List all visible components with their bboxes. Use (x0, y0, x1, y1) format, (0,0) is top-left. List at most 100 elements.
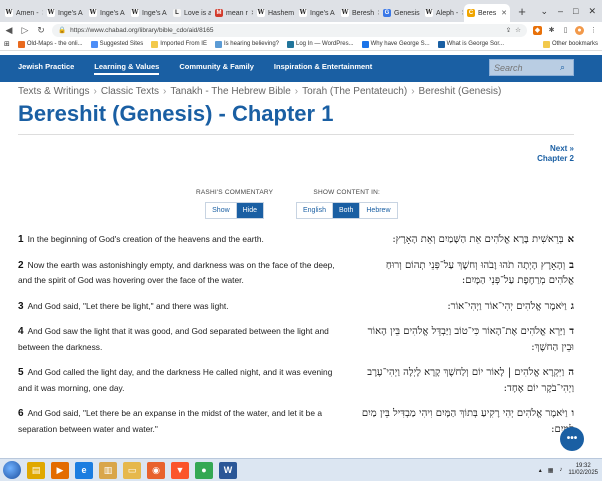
rashi-option-button[interactable]: Show (206, 203, 237, 218)
tab-close-icon[interactable]: ✕ (42, 9, 43, 17)
verse-hebrew-number[interactable]: ה (568, 367, 574, 378)
browser-tab[interactable]: WInge's A✕ (296, 4, 337, 22)
verse-number[interactable]: 1 (18, 234, 24, 245)
taskbar-explorer-icon[interactable]: ▤ (27, 461, 45, 479)
verse-number[interactable]: 4 (18, 326, 24, 337)
browser-tab[interactable]: LLove is a✕ (170, 4, 211, 22)
profile-avatar-icon[interactable]: ● (575, 25, 584, 35)
breadcrumb-separator: › (411, 86, 415, 97)
site-nav-item[interactable]: Jewish Practice (18, 62, 74, 75)
extension-icon[interactable]: ◆ (533, 25, 542, 35)
maximize-button[interactable]: □ (573, 6, 578, 16)
search-icon[interactable]: ⌕ (560, 62, 565, 73)
breadcrumb-item[interactable]: Tanakh - The Hebrew Bible (170, 86, 290, 97)
other-bookmarks[interactable]: Other bookmarks (542, 40, 598, 48)
bookmark-label: Old-Maps - the onli... (26, 41, 83, 47)
verse-number[interactable]: 5 (18, 367, 24, 378)
tab-title: Beres (478, 9, 497, 17)
close-window-button[interactable]: ✕ (588, 6, 596, 17)
bookmark-item[interactable]: Suggested Sites (90, 40, 144, 48)
tab-close-icon[interactable]: ✕ (377, 9, 379, 17)
new-tab-button[interactable]: + (514, 5, 530, 21)
reload-icon[interactable]: ↻ (36, 25, 46, 36)
browser-tab[interactable]: WHashem ✕ (254, 4, 295, 22)
site-nav-item[interactable]: Learning & Values (94, 62, 160, 75)
content-option-button[interactable]: English (297, 203, 333, 218)
taskbar-chrome-icon[interactable]: ● (195, 461, 213, 479)
tab-close-icon[interactable]: ✕ (251, 9, 253, 17)
sidebar-icon[interactable]: ▯ (561, 26, 570, 35)
bookmark-item[interactable]: Imported From IE (151, 40, 207, 48)
next-chapter-link[interactable]: Next » Chapter 2 (537, 144, 574, 164)
bookmark-label: Suggested Sites (99, 41, 144, 47)
verse-number[interactable]: 3 (18, 301, 24, 312)
rashi-label: RASHI'S COMMENTARY (196, 189, 274, 196)
bookmark-item[interactable]: Is hearing believing? (214, 40, 279, 48)
bookmark-item[interactable]: Log In — WordPres... (287, 40, 354, 48)
tab-close-icon[interactable]: ✕ (461, 9, 463, 17)
share-icon[interactable]: ⇪ (506, 26, 511, 34)
forward-arrow-icon[interactable]: ▷ (20, 25, 30, 36)
verse-row: 3 And God said, "Let there be light," and… (18, 299, 574, 315)
menu-kebab-icon[interactable]: ⋮ (589, 26, 598, 35)
browser-tab[interactable]: WInge's A✕ (86, 4, 127, 22)
verse-number[interactable]: 6 (18, 408, 24, 419)
browser-tab[interactable]: WAmen -✕ (2, 4, 43, 22)
breadcrumb-item[interactable]: Bereshit (Genesis) (419, 86, 502, 97)
url-omnibox[interactable]: 🔒 https://www.chabad.org/library/bible_c… (52, 23, 527, 37)
browser-tab[interactable]: WBeresh✕ (338, 4, 379, 22)
bookmark-favicon-icon (287, 40, 294, 48)
browser-tab[interactable]: WInge's A✕ (44, 4, 85, 22)
site-nav-item[interactable]: Inspiration & Entertainment (274, 62, 372, 75)
bookmark-item[interactable]: Old-Maps - the onli... (17, 40, 83, 48)
site-search-input[interactable] (494, 62, 556, 73)
breadcrumb-item[interactable]: Torah (The Pentateuch) (302, 86, 407, 97)
verse-hebrew-number[interactable]: ו (571, 408, 574, 419)
taskbar-internet-explorer-icon[interactable]: e (75, 461, 93, 479)
start-button[interactable] (3, 461, 21, 479)
verse-hebrew-number[interactable]: ג (571, 301, 574, 312)
bookmark-star-icon[interactable]: ☆ (515, 26, 521, 34)
tab-search-icon[interactable]: ⌄ (540, 6, 548, 17)
volume-icon[interactable]: ♪ (559, 467, 562, 473)
apps-grid-icon[interactable]: ⊞ (4, 40, 10, 48)
browser-tab[interactable]: WAleph -✕ (422, 4, 463, 22)
bookmark-item[interactable]: Why have George S... (361, 40, 430, 48)
browser-tab[interactable]: C Beres ✕ (464, 4, 510, 22)
url-text[interactable]: https://www.chabad.org/library/bible_cdo… (70, 27, 502, 34)
tab-close-icon[interactable]: ✕ (501, 9, 507, 17)
content-option-button[interactable]: Hebrew (360, 203, 397, 218)
tray-arrow-icon[interactable]: ▴ (539, 467, 542, 474)
taskbar-folder-icon[interactable]: ▭ (123, 461, 141, 479)
verse-hebrew-number[interactable]: א (568, 234, 574, 245)
clock[interactable]: 19:32 11/02/2025 (568, 463, 598, 477)
verse-hebrew-number[interactable]: ד (569, 326, 574, 337)
taskbar-brave-icon[interactable]: ▼ (171, 461, 189, 479)
taskbar-firefox-icon[interactable]: ◉ (147, 461, 165, 479)
browser-tab[interactable]: Mmean r✕ (212, 4, 253, 22)
back-arrow-icon[interactable]: ◀ (4, 25, 14, 36)
breadcrumb-item[interactable]: Classic Texts (101, 86, 159, 97)
verse-number[interactable]: 2 (18, 260, 24, 271)
bookmark-item[interactable]: What is George Sor... (437, 40, 504, 48)
tab-favicon-icon: W (89, 9, 97, 17)
network-icon[interactable]: ▦ (548, 467, 554, 474)
browser-tab[interactable]: GGenesis ✕ (380, 4, 421, 22)
content-option-button[interactable]: Both (332, 203, 361, 218)
tab-favicon-icon: W (47, 9, 55, 17)
breadcrumb-item[interactable]: Texts & Writings (18, 86, 90, 97)
chat-button[interactable]: ••• (560, 427, 584, 451)
puzzle-icon[interactable]: ✱ (547, 26, 556, 35)
site-search-box[interactable]: ⌕ (489, 59, 574, 76)
site-nav-item[interactable]: Community & Family (179, 62, 254, 75)
taskbar-file-manager-icon[interactable]: ▥ (99, 461, 117, 479)
bookmark-favicon-icon (90, 40, 98, 48)
browser-tab[interactable]: WInge's A✕ (128, 4, 169, 22)
verse-hebrew-number[interactable]: ב (569, 260, 574, 271)
minimize-button[interactable]: – (558, 6, 563, 16)
bookmark-favicon-icon (361, 40, 369, 48)
verse-english: 6 And God said, "Let there be an expanse … (18, 406, 348, 437)
taskbar-word-icon[interactable]: W (219, 461, 237, 479)
rashi-option-button[interactable]: Hide (236, 203, 264, 218)
taskbar-media-player-icon[interactable]: ▶ (51, 461, 69, 479)
